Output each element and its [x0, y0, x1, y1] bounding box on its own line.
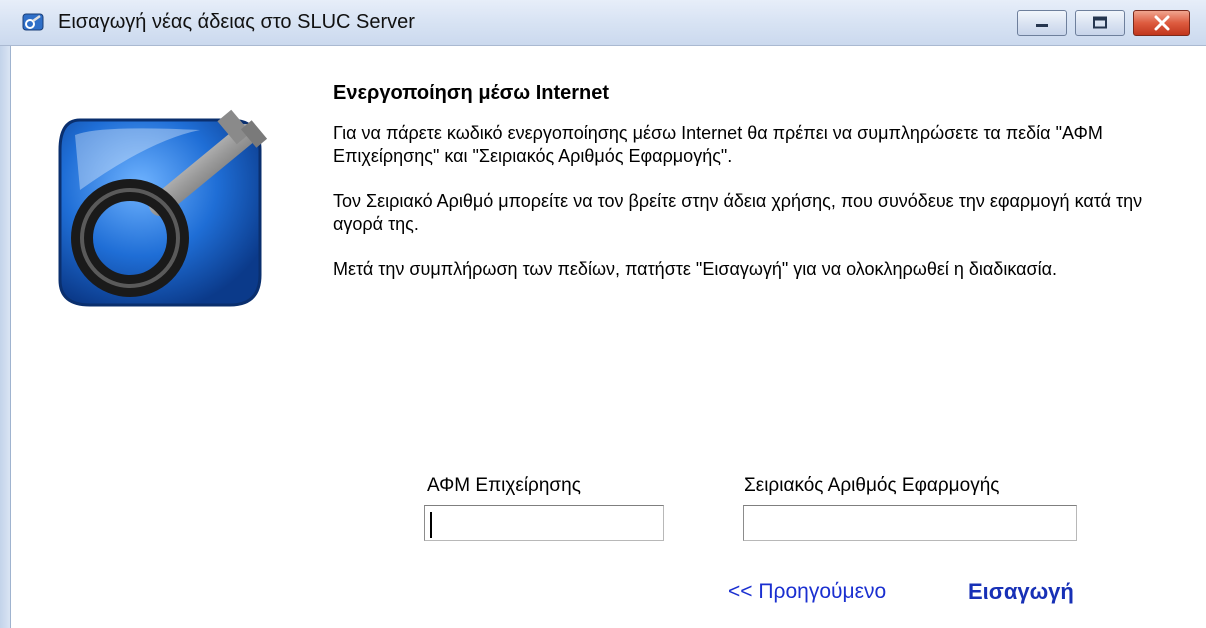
afm-input[interactable] [424, 505, 664, 541]
instructions-panel: Ενεργοποίηση μέσω Internet Για να πάρετε… [333, 82, 1193, 303]
key-logo-icon [58, 109, 268, 307]
back-link[interactable]: << Προηγούμενο [728, 580, 886, 604]
submit-link[interactable]: Εισαγωγή [968, 579, 1074, 605]
title-bar[interactable]: Εισαγωγή νέας άδειας στο SLUC Server [0, 0, 1206, 46]
window-left-border [0, 46, 11, 628]
dialog-window: Εισαγωγή νέας άδειας στο SLUC Server Ενε… [0, 0, 1206, 628]
afm-label: ΑΦΜ Επιχείρησης [427, 475, 581, 496]
text-caret [430, 512, 432, 538]
close-icon [1154, 15, 1169, 31]
serial-label: Σειριακός Αριθμός Εφαρμογής [744, 475, 1000, 496]
instruction-paragraph: Τον Σειριακό Αριθμό μπορείτε να τον βρεί… [333, 191, 1143, 234]
instruction-paragraph: Για να πάρετε κωδικό ενεργοποίησης μέσω … [333, 123, 1103, 166]
key-app-icon [22, 13, 44, 31]
minimize-button[interactable] [1017, 10, 1067, 36]
instruction-paragraph: Μετά την συμπλήρωση των πεδίων, πατήστε … [333, 259, 1058, 279]
maximize-icon [1093, 16, 1107, 29]
serial-input[interactable] [743, 505, 1077, 541]
section-heading: Ενεργοποίηση μέσω Internet [333, 82, 610, 104]
close-button[interactable] [1133, 10, 1190, 36]
window-title: Εισαγωγή νέας άδειας στο SLUC Server [58, 11, 415, 33]
maximize-button[interactable] [1075, 10, 1125, 36]
minimize-icon [1036, 24, 1048, 27]
